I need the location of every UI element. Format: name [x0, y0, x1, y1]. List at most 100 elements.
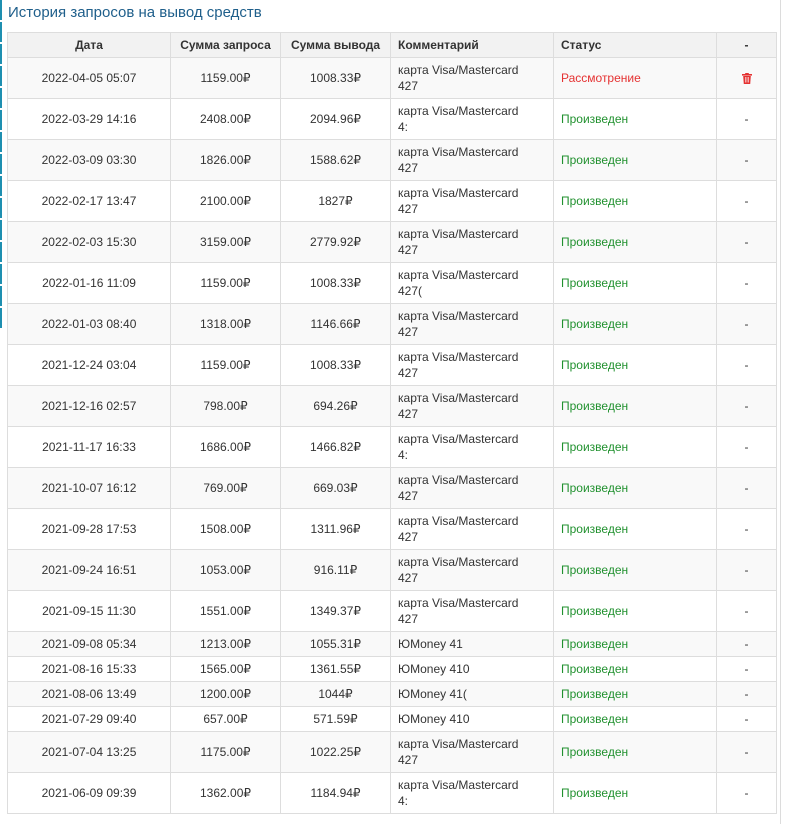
row-action-placeholder: -: [744, 235, 749, 249]
row-request-amount: 798.00₽: [170, 385, 281, 427]
withdrawal-history-table: Дата Сумма запроса Сумма вывода Коммента…: [7, 32, 777, 814]
row-request-amount: 1362.00₽: [170, 772, 281, 814]
trash-icon[interactable]: [741, 73, 752, 85]
column-header-actions: -: [716, 32, 777, 58]
row-date: 2021-09-24 16:51: [7, 549, 171, 591]
table-row: 2022-01-16 11:09 1159.00₽ 1008.33₽ карта Vi…: [7, 262, 777, 304]
row-payout-amount: 1055.31₽: [280, 631, 391, 657]
row-date: 2022-04-05 05:07: [7, 57, 171, 99]
status-done-label: Произведен: [561, 481, 629, 495]
comment-line-1: карта Visa/Mastercard: [398, 778, 519, 792]
row-request-amount: 1686.00₽: [170, 426, 281, 468]
row-status: Произведен: [553, 344, 717, 386]
table-row: 2021-09-24 16:51 1053.00₽ 916.11₽ карта Vis…: [7, 549, 777, 591]
comment-line-1: карта Visa/Mastercard: [398, 350, 519, 364]
comment-line-2: 427: [398, 366, 419, 380]
comment-line-1: ЮMoney 410: [398, 712, 470, 726]
status-done-label: Произведен: [561, 712, 629, 726]
row-comment: карта Visa/Mastercard 427: [390, 385, 554, 427]
column-header-status[interactable]: Статус: [553, 32, 717, 58]
row-date: 2022-03-29 14:16: [7, 98, 171, 140]
row-request-amount: 1159.00₽: [170, 57, 281, 99]
comment-line-1: карта Visa/Mastercard: [398, 432, 519, 446]
row-payout-amount: 571.59₽: [280, 706, 391, 732]
row-action-placeholder: -: [744, 194, 749, 208]
row-status: Произведен: [553, 731, 717, 773]
row-payout-amount: 1827₽: [280, 180, 391, 222]
row-action: -: [716, 303, 777, 345]
row-comment: ЮMoney 41(: [390, 681, 554, 707]
row-payout-amount: 669.03₽: [280, 467, 391, 509]
status-done-label: Произведен: [561, 637, 629, 651]
row-date: 2021-09-08 05:34: [7, 631, 171, 657]
row-date: 2021-09-15 11:30: [7, 590, 171, 632]
row-request-amount: 1213.00₽: [170, 631, 281, 657]
row-action-placeholder: -: [744, 687, 749, 701]
row-payout-amount: 916.11₽: [280, 549, 391, 591]
row-date: 2021-09-28 17:53: [7, 508, 171, 550]
row-action-placeholder: -: [744, 358, 749, 372]
row-action: -: [716, 221, 777, 263]
row-action-placeholder: -: [744, 440, 749, 454]
table-row: 2021-06-09 09:39 1362.00₽ 1184.94₽ карта Vi…: [7, 772, 777, 814]
row-action: -: [716, 426, 777, 468]
row-request-amount: 3159.00₽: [170, 221, 281, 263]
row-status: Произведен: [553, 262, 717, 304]
status-done-label: Произведен: [561, 317, 629, 331]
table-row: 2022-02-17 13:47 2100.00₽ 1827₽ карта Visa/…: [7, 180, 777, 222]
comment-line-1: карта Visa/Mastercard: [398, 268, 519, 282]
table-row: 2021-09-15 11:30 1551.00₽ 1349.37₽ карта Vi…: [7, 590, 777, 632]
column-header-date[interactable]: Дата: [7, 32, 171, 58]
row-comment: карта Visa/Mastercard 427(: [390, 262, 554, 304]
row-payout-amount: 1466.82₽: [280, 426, 391, 468]
comment-line-2: 427: [398, 325, 419, 339]
row-payout-amount: 2779.92₽: [280, 221, 391, 263]
comment-line-1: карта Visa/Mastercard: [398, 145, 519, 159]
comment-line-1: карта Visa/Mastercard: [398, 555, 519, 569]
row-action: -: [716, 139, 777, 181]
row-status: Рассмотрение: [553, 57, 717, 99]
status-done-label: Произведен: [561, 662, 629, 676]
row-request-amount: 2100.00₽: [170, 180, 281, 222]
column-header-request-amount[interactable]: Сумма запроса: [170, 32, 281, 58]
row-request-amount: 657.00₽: [170, 706, 281, 732]
row-comment: ЮMoney 41: [390, 631, 554, 657]
row-action-placeholder: -: [744, 712, 749, 726]
row-request-amount: 1159.00₽: [170, 344, 281, 386]
row-payout-amount: 1146.66₽: [280, 303, 391, 345]
row-request-amount: 1159.00₽: [170, 262, 281, 304]
row-action-placeholder: -: [744, 637, 749, 651]
row-date: 2021-08-06 13:49: [7, 681, 171, 707]
row-action-placeholder: -: [744, 481, 749, 495]
row-comment: карта Visa/Mastercard 4:: [390, 426, 554, 468]
row-status: Произведен: [553, 139, 717, 181]
comment-line-1: ЮMoney 41: [398, 637, 463, 651]
status-done-label: Произведен: [561, 440, 629, 454]
row-request-amount: 1826.00₽: [170, 139, 281, 181]
table-row: 2021-07-04 13:25 1175.00₽ 1022.25₽ карта Vi…: [7, 731, 777, 773]
row-date: 2021-10-07 16:12: [7, 467, 171, 509]
status-done-label: Произведен: [561, 276, 629, 290]
row-comment: карта Visa/Mastercard 427: [390, 180, 554, 222]
row-action: -: [716, 590, 777, 632]
table-row: 2022-03-29 14:16 2408.00₽ 2094.96₽ карта Vi…: [7, 98, 777, 140]
comment-line-2: 427: [398, 243, 419, 257]
comment-line-1: карта Visa/Mastercard: [398, 737, 519, 751]
row-action: -: [716, 180, 777, 222]
status-done-label: Произведен: [561, 194, 629, 208]
table-row: 2021-09-08 05:34 1213.00₽ 1055.31₽ ЮMoney 4…: [7, 631, 777, 657]
row-date: 2021-06-09 09:39: [7, 772, 171, 814]
row-comment: ЮMoney 410: [390, 656, 554, 682]
row-status: Произведен: [553, 631, 717, 657]
table-row: 2021-12-24 03:04 1159.00₽ 1008.33₽ карта Vi…: [7, 344, 777, 386]
row-payout-amount: 1044₽: [280, 681, 391, 707]
comment-line-1: карта Visa/Mastercard: [398, 596, 519, 610]
column-header-comment[interactable]: Комментарий: [390, 32, 554, 58]
column-header-payout-amount[interactable]: Сумма вывода: [280, 32, 391, 58]
row-status: Произведен: [553, 681, 717, 707]
comment-line-2: 4:: [398, 120, 409, 134]
table-header-row: Дата Сумма запроса Сумма вывода Коммента…: [7, 32, 777, 58]
row-action: -: [716, 706, 777, 732]
row-payout-amount: 2094.96₽: [280, 98, 391, 140]
table-row: 2021-12-16 02:57 798.00₽ 694.26₽ карта Visa…: [7, 385, 777, 427]
